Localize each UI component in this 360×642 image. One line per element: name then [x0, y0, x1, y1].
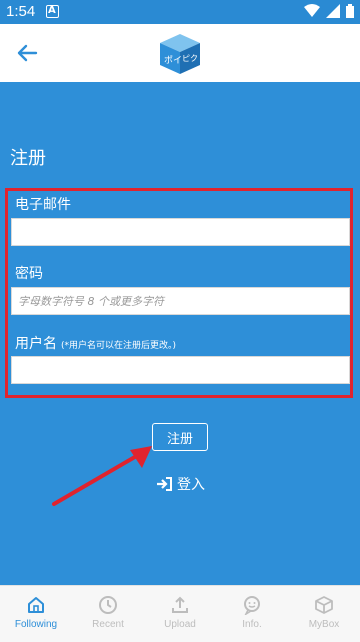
nav-mybox[interactable]: MyBox — [288, 586, 360, 642]
nav-recent[interactable]: Recent — [72, 586, 144, 642]
app-bar: ポイ ピク — [0, 24, 360, 82]
battery-icon — [346, 4, 354, 18]
nav-info[interactable]: Info. — [216, 586, 288, 642]
password-label: 密码 — [15, 266, 43, 282]
box-icon — [315, 596, 333, 614]
username-note: (*用户名可以在注册后更改。) — [61, 341, 177, 351]
username-label: 用户名 — [15, 336, 57, 352]
bottom-nav: Following Recent Upload Info. MyBox — [0, 585, 360, 642]
clock-icon — [99, 596, 117, 614]
app-logo-box-icon: ポイ ピク — [160, 34, 200, 74]
upload-icon — [172, 596, 188, 613]
home-icon — [28, 597, 44, 613]
nav-label: Recent — [92, 619, 124, 630]
username-field[interactable] — [11, 356, 350, 384]
svg-text:ピク: ピク — [182, 54, 198, 63]
nav-label: Info. — [242, 619, 262, 630]
annotation-arrow-icon — [52, 446, 152, 506]
login-link[interactable]: 登入 — [156, 474, 205, 494]
nav-label: MyBox — [308, 619, 340, 630]
email-label: 电子邮件 — [15, 197, 71, 213]
notification-a-letter: A — [48, 5, 56, 16]
nav-label: Upload — [164, 619, 196, 630]
username-label-row: 用户名 (*用户名可以在注册后更改。) — [15, 333, 176, 353]
chat-icon — [244, 596, 260, 615]
wifi-icon — [304, 4, 320, 17]
nav-label: Following — [14, 619, 58, 630]
notification-a-icon: A — [46, 5, 59, 18]
nav-following[interactable]: Following — [0, 586, 72, 642]
status-time: 1:54 — [6, 3, 36, 20]
password-field[interactable] — [11, 287, 350, 315]
email-field[interactable] — [11, 218, 350, 246]
login-icon — [157, 477, 172, 491]
register-button[interactable]: 注册 — [152, 423, 208, 451]
signal-icon — [326, 4, 340, 18]
status-icons — [304, 4, 354, 18]
nav-upload[interactable]: Upload — [144, 586, 216, 642]
back-arrow-icon[interactable] — [14, 40, 40, 66]
status-bar: 1:54 A — [0, 0, 360, 24]
login-label: 登入 — [177, 477, 205, 493]
page-title: 注册 — [10, 148, 46, 169]
svg-text:ポイ: ポイ — [164, 55, 182, 66]
